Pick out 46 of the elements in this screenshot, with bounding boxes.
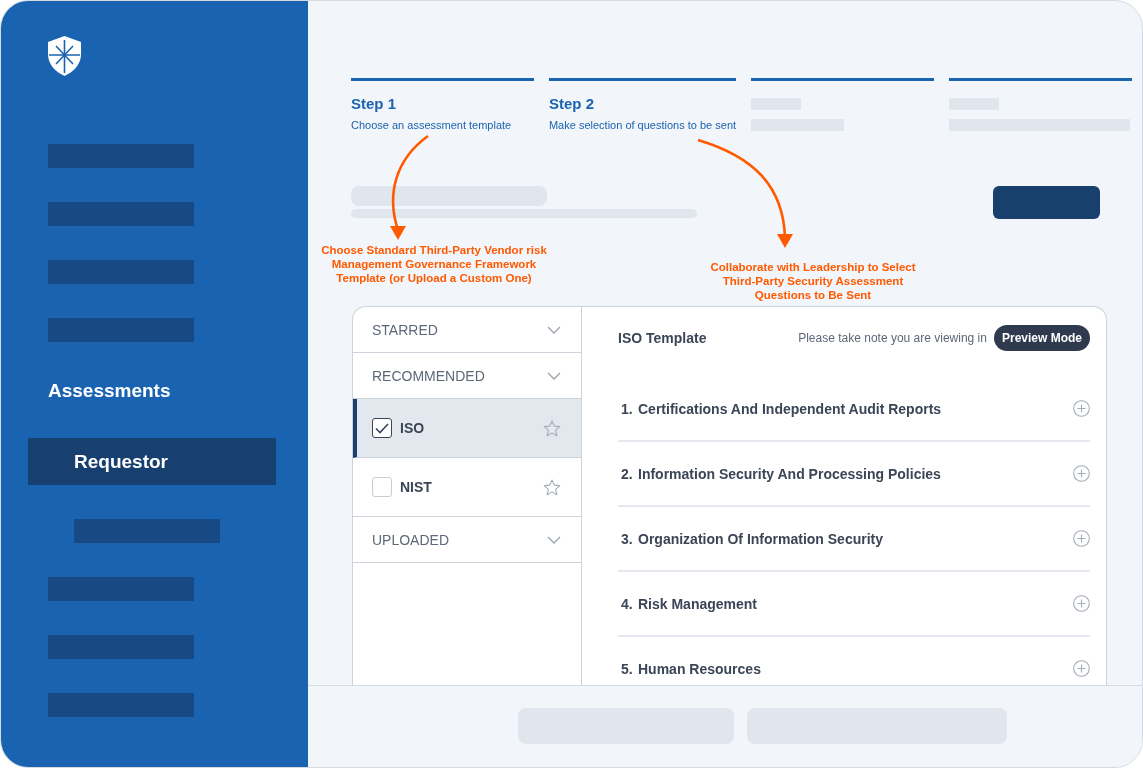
template-title: ISO Template: [618, 330, 707, 346]
section-number: 2.: [621, 465, 634, 482]
chevron-down-icon: [547, 325, 561, 334]
plus-circle-icon[interactable]: [1073, 465, 1090, 482]
step-description: Choose an assessment template: [351, 119, 512, 131]
section-title: Risk Management: [638, 595, 759, 612]
chevron-down-icon: [547, 371, 561, 380]
plus-circle-icon[interactable]: [1073, 400, 1090, 417]
template-name: NIST: [400, 479, 433, 495]
section-number: 4.: [621, 595, 634, 612]
plus-circle-icon[interactable]: [1073, 530, 1090, 547]
star-icon[interactable]: [543, 478, 561, 496]
step-title: Step 1: [351, 95, 396, 113]
step-title: Step 2: [548, 95, 594, 113]
section-row[interactable]: 1. Certifications And Independent Audit Reports: [618, 377, 1090, 442]
section-number: 5.: [621, 660, 634, 677]
checkbox[interactable]: [372, 418, 392, 438]
shield-logo-icon: [48, 36, 81, 76]
star-icon[interactable]: [543, 419, 561, 437]
template-item[interactable]: ISO: [353, 399, 581, 458]
section-number: 1.: [621, 400, 634, 417]
category-label: UPLOADED: [372, 531, 451, 548]
section-row[interactable]: 3. Organization Of Information Security: [618, 507, 1090, 572]
template-item[interactable]: NIST: [353, 458, 581, 517]
section-title: Information Security And Processing Policies: [638, 465, 942, 482]
section-title: Certifications And Independent Audit Reports: [638, 400, 943, 417]
step-description: Make selection of questions to be sent: [548, 119, 737, 131]
plus-circle-icon[interactable]: [1073, 660, 1090, 677]
template-name: ISO: [400, 420, 426, 436]
section-number: 3.: [621, 530, 634, 547]
category-label: RECOMMENDED: [372, 367, 486, 384]
section-label: Assessments: [48, 379, 172, 403]
annotation-text: Choose Standard Third-Party Vendor risk Management Governance Framework Template (or Upload a Custom One): [320, 243, 548, 285]
sidebar-item[interactable]: Requestor: [28, 438, 276, 485]
section-row[interactable]: 4. Risk Management: [618, 572, 1090, 637]
plus-circle-icon[interactable]: [1073, 595, 1090, 612]
section-title: Organization Of Information Security: [638, 530, 885, 547]
mode-badge: Preview Mode: [993, 325, 1090, 351]
section-title: Human Resources: [638, 660, 762, 677]
category-header[interactable]: UPLOADED: [353, 517, 581, 563]
category-header[interactable]: STARRED: [353, 307, 581, 353]
notice-text: Please take note you are viewing in: [798, 331, 987, 345]
section-row[interactable]: 2. Information Security And Processing Policies: [618, 442, 1090, 507]
category-label: STARRED: [372, 321, 439, 338]
annotation-text: Collaborate with Leadership to Select Third-Party Security Assessment Questions to Be Sent: [709, 260, 917, 302]
chevron-down-icon: [547, 535, 561, 544]
